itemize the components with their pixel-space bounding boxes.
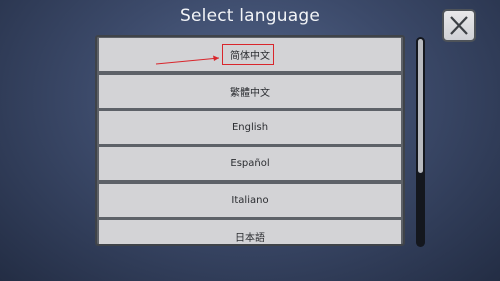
language-option-label: Español	[230, 158, 270, 169]
annotation-arrow	[155, 55, 220, 65]
scrollbar-thumb[interactable]	[418, 39, 423, 173]
language-option-label: 日本語	[235, 233, 265, 244]
scrollbar[interactable]	[416, 37, 425, 247]
annotation-highlight-box	[222, 44, 274, 65]
dialog-title: Select language	[180, 6, 320, 26]
language-option-traditional-chinese[interactable]: 繁體中文	[99, 75, 401, 108]
close-button[interactable]	[442, 9, 476, 42]
language-option-label: Italiano	[231, 195, 269, 206]
language-option-english[interactable]: English	[99, 111, 401, 144]
language-option-spanish[interactable]: Español	[99, 147, 401, 180]
language-option-label: 繁體中文	[230, 88, 270, 99]
language-option-italian[interactable]: Italiano	[99, 184, 401, 217]
close-icon	[450, 16, 468, 35]
language-option-simplified-chinese[interactable]: 简体中文	[99, 38, 401, 71]
language-list[interactable]: 简体中文 繁體中文 English Español Italiano 日本語	[95, 35, 405, 246]
language-option-label: English	[231, 122, 269, 133]
language-option-japanese[interactable]: 日本語	[99, 220, 401, 244]
